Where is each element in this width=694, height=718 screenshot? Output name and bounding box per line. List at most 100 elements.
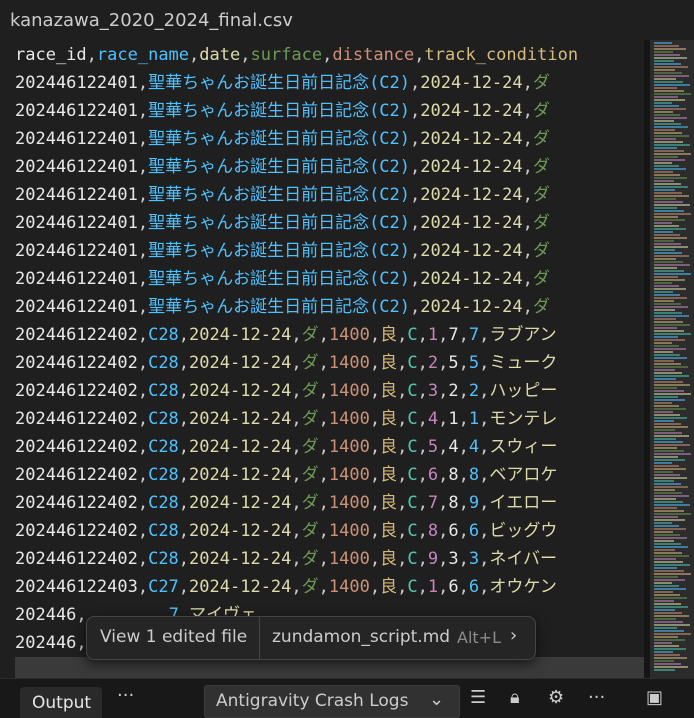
csv-cell: ダ xyxy=(301,381,319,401)
csv-cell: ダ xyxy=(301,493,319,513)
csv-cell: 1400 xyxy=(328,437,370,457)
minimap-row xyxy=(654,507,677,509)
csv-line[interactable]: 202446122401,聖華ちゃんお誕生日前日記念(C2),2024-12-2… xyxy=(15,209,550,237)
minimap-row xyxy=(654,93,691,95)
csv-line[interactable]: 202446122401,聖華ちゃんお誕生日前日記念(C2),2024-12-2… xyxy=(15,265,550,293)
minimap-row xyxy=(654,366,688,368)
csv-line[interactable]: 202446122401,聖華ちゃんお誕生日前日記念(C2),2024-12-2… xyxy=(15,237,550,265)
minimap-row xyxy=(654,207,677,209)
csv-cell: 4 xyxy=(468,437,480,457)
csv-comma: , xyxy=(417,325,428,345)
csv-comma: , xyxy=(291,549,302,569)
csv-comma: , xyxy=(522,73,533,93)
minimap-row xyxy=(654,147,677,149)
view-edited-files-button[interactable]: View 1 edited file xyxy=(87,617,260,659)
csv-cell: C xyxy=(407,353,418,373)
minimap-row xyxy=(654,546,688,548)
csv-cell: 8 xyxy=(427,521,439,541)
minimap-row xyxy=(654,627,677,629)
minimap-row xyxy=(654,465,679,467)
more-actions-icon[interactable]: ··· xyxy=(588,687,605,708)
csv-comma: , xyxy=(137,185,149,205)
csv-cell: ダ xyxy=(301,549,319,569)
csv-line[interactable]: 202446122401,聖華ちゃんお誕生日前日記念(C2),2024-12-2… xyxy=(15,153,550,181)
csv-comma: , xyxy=(178,381,190,401)
csv-cell: 良 xyxy=(380,437,398,457)
csv-line[interactable]: 202446122402,C28,2024-12-24,ダ,1400,良,C,1… xyxy=(15,321,557,349)
csv-line[interactable]: 202446122402,C28,2024-12-24,ダ,1400,良,C,8… xyxy=(15,517,557,545)
csv-cell: 3 xyxy=(427,381,439,401)
csv-cell: ネイバー xyxy=(489,549,558,569)
minimap[interactable] xyxy=(650,40,694,678)
csv-comma: , xyxy=(291,493,302,513)
csv-cell: C xyxy=(407,409,418,429)
horizontal-scrollbar[interactable] xyxy=(15,657,644,678)
maximize-icon[interactable]: ▣ xyxy=(646,687,663,708)
csv-comma: , xyxy=(397,381,408,401)
minimap-row xyxy=(654,201,683,203)
csv-cell: 良 xyxy=(380,465,398,485)
tab-output[interactable]: Output xyxy=(20,687,102,718)
csv-line[interactable]: 202446122403,C27,2024-12-24,ダ,1400,良,C,1… xyxy=(15,573,557,601)
csv-line[interactable]: 202446122401,聖華ちゃんお誕生日前日記念(C2),2024-12-2… xyxy=(15,69,550,97)
csv-cell: ダ xyxy=(532,241,550,261)
minimap-row xyxy=(654,450,684,452)
csv-line[interactable]: 202446122401,聖華ちゃんお誕生日前日記念(C2),2024-12-2… xyxy=(15,125,550,153)
minimap-row xyxy=(654,63,681,65)
csv-line[interactable]: 202446122402,C28,2024-12-24,ダ,1400,良,C,2… xyxy=(15,349,557,377)
csv-line[interactable]: race_id,race_name,date,surface,distance,… xyxy=(15,41,578,69)
minimap-row xyxy=(654,96,678,98)
chevron-right-icon[interactable]: › xyxy=(510,625,517,646)
csv-cell: 良 xyxy=(380,353,398,373)
csv-line[interactable]: 202446122402,C28,2024-12-24,ダ,1400,良,C,3… xyxy=(15,377,557,405)
csv-cell: C xyxy=(407,521,418,541)
csv-cell: 202446122401 xyxy=(15,297,138,317)
csv-comma: , xyxy=(417,493,428,513)
minimap-row xyxy=(654,468,686,470)
minimap-row xyxy=(654,105,679,107)
csv-line[interactable]: 202446122401,聖華ちゃんお誕生日前日記念(C2),2024-12-2… xyxy=(15,293,550,321)
csv-comma: , xyxy=(318,437,329,457)
csv-cell: C xyxy=(407,577,418,597)
csv-cell: 8 xyxy=(448,493,459,513)
minimap-row xyxy=(654,456,678,458)
csv-editor[interactable]: race_id, race_name, date, surface, distance,… xyxy=(0,40,644,678)
more-icon[interactable]: ··· xyxy=(117,685,134,706)
csv-comma: , xyxy=(369,493,381,513)
csv-cell: 2 xyxy=(468,381,480,401)
csv-cell: C xyxy=(407,325,418,345)
csv-line[interactable]: 202446122401,聖華ちゃんお誕生日前日記念(C2),2024-12-2… xyxy=(15,181,550,209)
shortcut-label: Alt+L xyxy=(457,628,501,647)
csv-comma: , xyxy=(137,157,149,177)
clear-output-icon[interactable]: ☰ xyxy=(470,687,486,708)
minimap-row xyxy=(654,540,674,542)
open-file-button[interactable]: zundamon_script.md Alt+L › xyxy=(260,617,535,659)
minimap-row xyxy=(654,204,690,206)
csv-cell: 2024-12-24 xyxy=(189,409,292,429)
csv-comma: , xyxy=(178,521,190,541)
csv-line[interactable]: 202446122402,C28,2024-12-24,ダ,1400,良,C,5… xyxy=(15,433,557,461)
csv-line[interactable]: 202446122402,C28,2024-12-24,ダ,1400,良,C,4… xyxy=(15,405,557,433)
minimap-row xyxy=(654,333,691,335)
csv-cell: 7 xyxy=(448,325,459,345)
minimap-row xyxy=(654,273,691,275)
csv-comma: , xyxy=(178,437,190,457)
csv-line[interactable]: 202446122402,C28,2024-12-24,ダ,1400,良,C,9… xyxy=(15,545,557,573)
minimap-row xyxy=(654,501,683,503)
csv-comma: , xyxy=(438,381,449,401)
csv-cell: C28 xyxy=(148,465,179,485)
csv-comma: , xyxy=(137,325,149,345)
csv-line[interactable]: 202446122401,聖華ちゃんお誕生日前日記念(C2),2024-12-2… xyxy=(15,97,550,125)
minimap-row xyxy=(654,246,688,248)
csv-line[interactable]: 202446122402,C28,2024-12-24,ダ,1400,良,C,7… xyxy=(15,489,557,517)
minimap-row xyxy=(654,243,681,245)
output-channel-select[interactable]: Antigravity Crash Logs ⌄ xyxy=(204,685,460,718)
lock-icon[interactable]: 🔒︎ xyxy=(510,687,520,708)
csv-comma: , xyxy=(417,465,428,485)
csv-line[interactable]: 202446122402,C28,2024-12-24,ダ,1400,良,C,6… xyxy=(15,461,557,489)
csv-cell: C28 xyxy=(148,521,179,541)
minimap-row xyxy=(654,567,677,569)
csv-comma: , xyxy=(458,577,469,597)
gear-icon[interactable]: ⚙ xyxy=(548,687,564,708)
csv-comma: , xyxy=(410,73,421,93)
